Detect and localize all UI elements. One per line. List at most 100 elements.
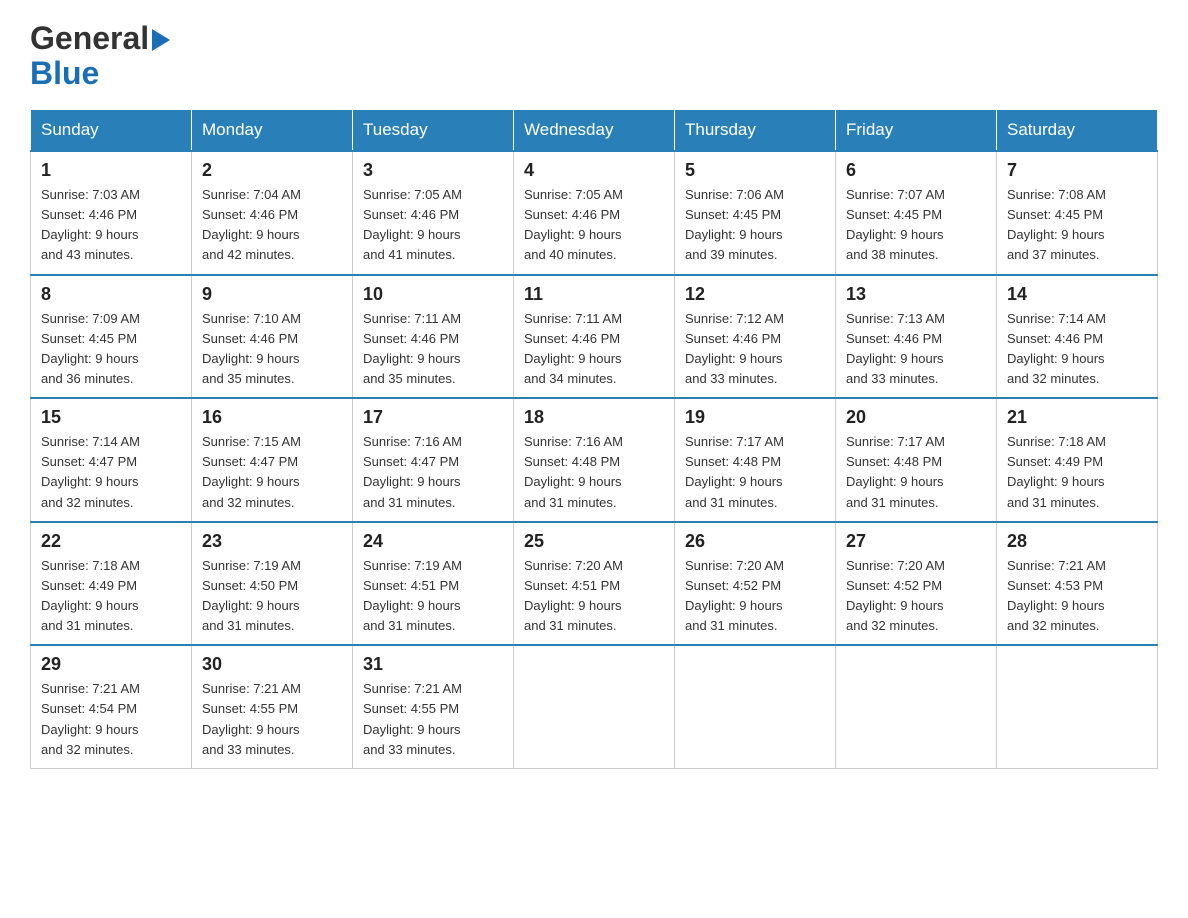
- day-info: Sunrise: 7:20 AM Sunset: 4:52 PM Dayligh…: [685, 556, 825, 637]
- calendar-cell: 1 Sunrise: 7:03 AM Sunset: 4:46 PM Dayli…: [31, 151, 192, 275]
- calendar-day-header: Tuesday: [353, 110, 514, 152]
- day-number: 28: [1007, 531, 1147, 552]
- day-info: Sunrise: 7:10 AM Sunset: 4:46 PM Dayligh…: [202, 309, 342, 390]
- calendar-cell: [514, 645, 675, 768]
- calendar-cell: 27 Sunrise: 7:20 AM Sunset: 4:52 PM Dayl…: [836, 522, 997, 646]
- day-info: Sunrise: 7:09 AM Sunset: 4:45 PM Dayligh…: [41, 309, 181, 390]
- day-number: 20: [846, 407, 986, 428]
- day-info: Sunrise: 7:11 AM Sunset: 4:46 PM Dayligh…: [363, 309, 503, 390]
- page-header: General Blue: [30, 20, 1158, 89]
- calendar-day-header: Sunday: [31, 110, 192, 152]
- calendar-cell: 24 Sunrise: 7:19 AM Sunset: 4:51 PM Dayl…: [353, 522, 514, 646]
- calendar-cell: 13 Sunrise: 7:13 AM Sunset: 4:46 PM Dayl…: [836, 275, 997, 399]
- calendar-cell: 19 Sunrise: 7:17 AM Sunset: 4:48 PM Dayl…: [675, 398, 836, 522]
- day-number: 4: [524, 160, 664, 181]
- day-info: Sunrise: 7:19 AM Sunset: 4:50 PM Dayligh…: [202, 556, 342, 637]
- day-number: 24: [363, 531, 503, 552]
- day-number: 18: [524, 407, 664, 428]
- day-number: 22: [41, 531, 181, 552]
- day-info: Sunrise: 7:21 AM Sunset: 4:54 PM Dayligh…: [41, 679, 181, 760]
- calendar-cell: [675, 645, 836, 768]
- day-number: 16: [202, 407, 342, 428]
- calendar-cell: 10 Sunrise: 7:11 AM Sunset: 4:46 PM Dayl…: [353, 275, 514, 399]
- calendar-week-row: 22 Sunrise: 7:18 AM Sunset: 4:49 PM Dayl…: [31, 522, 1158, 646]
- day-info: Sunrise: 7:21 AM Sunset: 4:55 PM Dayligh…: [202, 679, 342, 760]
- calendar-cell: 28 Sunrise: 7:21 AM Sunset: 4:53 PM Dayl…: [997, 522, 1158, 646]
- calendar-cell: 30 Sunrise: 7:21 AM Sunset: 4:55 PM Dayl…: [192, 645, 353, 768]
- calendar-cell: 7 Sunrise: 7:08 AM Sunset: 4:45 PM Dayli…: [997, 151, 1158, 275]
- day-info: Sunrise: 7:20 AM Sunset: 4:51 PM Dayligh…: [524, 556, 664, 637]
- calendar-day-header: Wednesday: [514, 110, 675, 152]
- day-info: Sunrise: 7:17 AM Sunset: 4:48 PM Dayligh…: [846, 432, 986, 513]
- calendar-cell: 14 Sunrise: 7:14 AM Sunset: 4:46 PM Dayl…: [997, 275, 1158, 399]
- day-info: Sunrise: 7:05 AM Sunset: 4:46 PM Dayligh…: [524, 185, 664, 266]
- day-number: 15: [41, 407, 181, 428]
- day-info: Sunrise: 7:21 AM Sunset: 4:53 PM Dayligh…: [1007, 556, 1147, 637]
- day-number: 17: [363, 407, 503, 428]
- day-number: 11: [524, 284, 664, 305]
- day-info: Sunrise: 7:05 AM Sunset: 4:46 PM Dayligh…: [363, 185, 503, 266]
- logo: General Blue: [30, 20, 170, 89]
- day-info: Sunrise: 7:04 AM Sunset: 4:46 PM Dayligh…: [202, 185, 342, 266]
- logo-arrow-icon: [152, 29, 170, 51]
- calendar-day-header: Friday: [836, 110, 997, 152]
- day-info: Sunrise: 7:19 AM Sunset: 4:51 PM Dayligh…: [363, 556, 503, 637]
- calendar-week-row: 29 Sunrise: 7:21 AM Sunset: 4:54 PM Dayl…: [31, 645, 1158, 768]
- day-info: Sunrise: 7:16 AM Sunset: 4:48 PM Dayligh…: [524, 432, 664, 513]
- logo-general-text: General: [30, 20, 149, 57]
- day-number: 23: [202, 531, 342, 552]
- day-number: 21: [1007, 407, 1147, 428]
- day-number: 9: [202, 284, 342, 305]
- calendar-cell: 9 Sunrise: 7:10 AM Sunset: 4:46 PM Dayli…: [192, 275, 353, 399]
- calendar-cell: 21 Sunrise: 7:18 AM Sunset: 4:49 PM Dayl…: [997, 398, 1158, 522]
- calendar-cell: [836, 645, 997, 768]
- calendar-cell: 12 Sunrise: 7:12 AM Sunset: 4:46 PM Dayl…: [675, 275, 836, 399]
- calendar-cell: 4 Sunrise: 7:05 AM Sunset: 4:46 PM Dayli…: [514, 151, 675, 275]
- calendar-week-row: 15 Sunrise: 7:14 AM Sunset: 4:47 PM Dayl…: [31, 398, 1158, 522]
- calendar-day-header: Thursday: [675, 110, 836, 152]
- day-info: Sunrise: 7:07 AM Sunset: 4:45 PM Dayligh…: [846, 185, 986, 266]
- calendar-week-row: 1 Sunrise: 7:03 AM Sunset: 4:46 PM Dayli…: [31, 151, 1158, 275]
- calendar-cell: 22 Sunrise: 7:18 AM Sunset: 4:49 PM Dayl…: [31, 522, 192, 646]
- calendar-cell: 3 Sunrise: 7:05 AM Sunset: 4:46 PM Dayli…: [353, 151, 514, 275]
- calendar-cell: 23 Sunrise: 7:19 AM Sunset: 4:50 PM Dayl…: [192, 522, 353, 646]
- calendar-cell: 2 Sunrise: 7:04 AM Sunset: 4:46 PM Dayli…: [192, 151, 353, 275]
- calendar-header-row: SundayMondayTuesdayWednesdayThursdayFrid…: [31, 110, 1158, 152]
- calendar-cell: 8 Sunrise: 7:09 AM Sunset: 4:45 PM Dayli…: [31, 275, 192, 399]
- calendar-cell: 20 Sunrise: 7:17 AM Sunset: 4:48 PM Dayl…: [836, 398, 997, 522]
- day-number: 1: [41, 160, 181, 181]
- day-info: Sunrise: 7:18 AM Sunset: 4:49 PM Dayligh…: [1007, 432, 1147, 513]
- day-info: Sunrise: 7:14 AM Sunset: 4:47 PM Dayligh…: [41, 432, 181, 513]
- calendar-day-header: Monday: [192, 110, 353, 152]
- logo-blue-text: Blue: [30, 57, 99, 89]
- day-info: Sunrise: 7:12 AM Sunset: 4:46 PM Dayligh…: [685, 309, 825, 390]
- calendar-week-row: 8 Sunrise: 7:09 AM Sunset: 4:45 PM Dayli…: [31, 275, 1158, 399]
- day-number: 2: [202, 160, 342, 181]
- day-info: Sunrise: 7:03 AM Sunset: 4:46 PM Dayligh…: [41, 185, 181, 266]
- calendar-cell: 11 Sunrise: 7:11 AM Sunset: 4:46 PM Dayl…: [514, 275, 675, 399]
- calendar-cell: 15 Sunrise: 7:14 AM Sunset: 4:47 PM Dayl…: [31, 398, 192, 522]
- day-number: 5: [685, 160, 825, 181]
- day-info: Sunrise: 7:16 AM Sunset: 4:47 PM Dayligh…: [363, 432, 503, 513]
- day-number: 19: [685, 407, 825, 428]
- calendar-cell: 26 Sunrise: 7:20 AM Sunset: 4:52 PM Dayl…: [675, 522, 836, 646]
- calendar-cell: 5 Sunrise: 7:06 AM Sunset: 4:45 PM Dayli…: [675, 151, 836, 275]
- day-number: 29: [41, 654, 181, 675]
- day-number: 30: [202, 654, 342, 675]
- day-info: Sunrise: 7:13 AM Sunset: 4:46 PM Dayligh…: [846, 309, 986, 390]
- day-number: 7: [1007, 160, 1147, 181]
- day-info: Sunrise: 7:18 AM Sunset: 4:49 PM Dayligh…: [41, 556, 181, 637]
- calendar-cell: 29 Sunrise: 7:21 AM Sunset: 4:54 PM Dayl…: [31, 645, 192, 768]
- day-number: 26: [685, 531, 825, 552]
- day-number: 31: [363, 654, 503, 675]
- day-info: Sunrise: 7:20 AM Sunset: 4:52 PM Dayligh…: [846, 556, 986, 637]
- calendar-cell: 17 Sunrise: 7:16 AM Sunset: 4:47 PM Dayl…: [353, 398, 514, 522]
- day-info: Sunrise: 7:21 AM Sunset: 4:55 PM Dayligh…: [363, 679, 503, 760]
- day-number: 12: [685, 284, 825, 305]
- calendar-cell: 18 Sunrise: 7:16 AM Sunset: 4:48 PM Dayl…: [514, 398, 675, 522]
- calendar-cell: 16 Sunrise: 7:15 AM Sunset: 4:47 PM Dayl…: [192, 398, 353, 522]
- calendar-cell: 31 Sunrise: 7:21 AM Sunset: 4:55 PM Dayl…: [353, 645, 514, 768]
- day-number: 10: [363, 284, 503, 305]
- day-number: 13: [846, 284, 986, 305]
- day-info: Sunrise: 7:11 AM Sunset: 4:46 PM Dayligh…: [524, 309, 664, 390]
